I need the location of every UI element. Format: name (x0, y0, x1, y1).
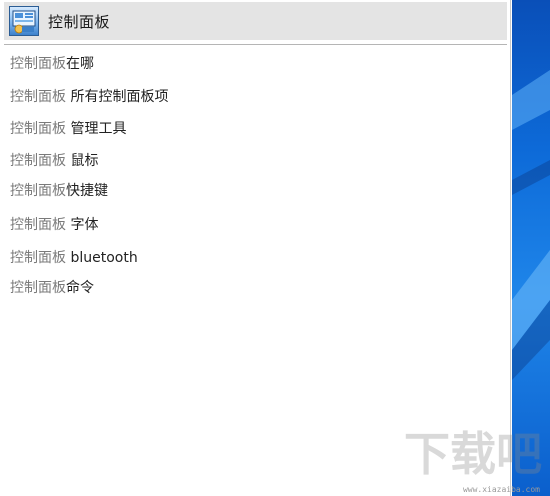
suggestion-completion: 在哪 (66, 56, 94, 72)
suggestion-query: 控制面板 (10, 183, 66, 199)
suggestion-query: 控制面板 (10, 153, 66, 169)
suggestion-completion: 管理工具 (66, 121, 127, 137)
suggestion-item[interactable]: 控制面板 鼠标 (10, 152, 98, 170)
wallpaper-beams (512, 70, 550, 380)
desktop-wallpaper (512, 0, 550, 496)
suggestion-completion: 所有控制面板项 (66, 89, 169, 105)
divider (4, 44, 507, 45)
suggestion-item[interactable]: 控制面板在哪 (10, 55, 94, 73)
control-panel-icon (9, 6, 39, 36)
best-match-label: 控制面板 (48, 12, 111, 31)
suggestion-item[interactable]: 控制面板 bluetooth (10, 249, 138, 267)
suggestion-query: 控制面板 (10, 217, 66, 233)
suggestion-item[interactable]: 控制面板快捷键 (10, 182, 108, 200)
suggestion-completion: 鼠标 (66, 153, 99, 169)
search-suggestions-panel: 控制面板 控制面板在哪 控制面板 所有控制面板项 控制面板 管理工具 控制面板 … (0, 0, 511, 496)
suggestion-completion: 命令 (66, 280, 94, 296)
suggestion-completion: bluetooth (66, 250, 138, 266)
suggestion-completion: 快捷键 (66, 183, 108, 199)
suggestion-query: 控制面板 (10, 56, 66, 72)
suggestion-completion: 字体 (66, 217, 99, 233)
suggestion-item[interactable]: 控制面板 管理工具 (10, 120, 126, 138)
suggestion-query: 控制面板 (10, 89, 66, 105)
suggestion-query: 控制面板 (10, 280, 66, 296)
suggestion-item[interactable]: 控制面板命令 (10, 279, 94, 297)
suggestion-query: 控制面板 (10, 121, 66, 137)
best-match-result[interactable]: 控制面板 (4, 2, 507, 40)
watermark-url: www.xiazaiba.com (462, 485, 540, 494)
suggestion-query: 控制面板 (10, 250, 66, 266)
suggestion-item[interactable]: 控制面板 所有控制面板项 (10, 88, 168, 106)
suggestion-item[interactable]: 控制面板 字体 (10, 216, 98, 234)
